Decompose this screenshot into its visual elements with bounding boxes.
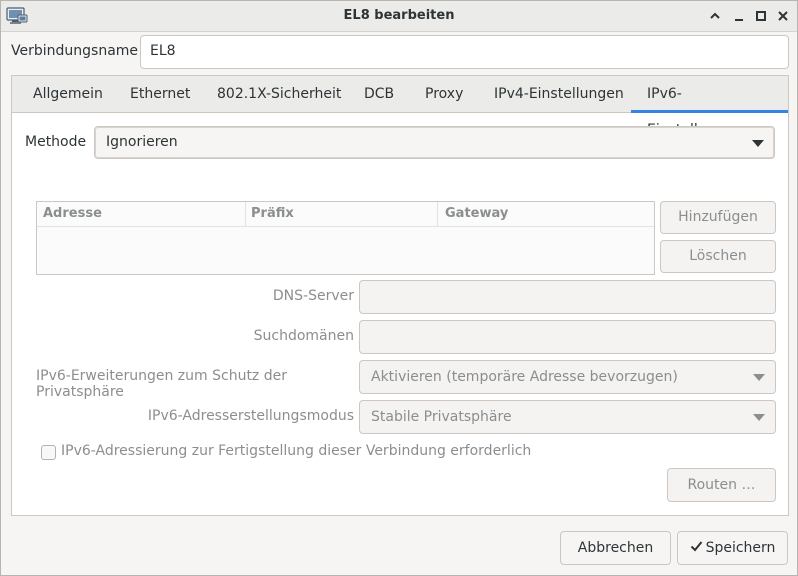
address-table-header: Adresse Präfix Gateway [37, 202, 654, 227]
tab-ethernet[interactable]: Ethernet [114, 76, 206, 113]
tab-proxy[interactable]: Proxy [409, 76, 479, 113]
method-select[interactable]: Ignorieren [94, 126, 775, 159]
save-button-label: Speichern [705, 540, 776, 556]
dropdown-arrow-icon [753, 374, 765, 381]
dns-server-input[interactable] [359, 280, 776, 314]
method-label: Methode [25, 134, 87, 150]
search-domains-input[interactable] [359, 320, 776, 354]
cancel-button[interactable]: Abbrechen [560, 531, 671, 565]
column-header-prefix: Präfix [251, 206, 294, 221]
address-generation-select[interactable]: Stabile Privatsphäre [359, 400, 776, 434]
dropdown-arrow-icon [752, 139, 764, 147]
address-generation-label: IPv6-Adresserstellungsmodus [147, 408, 354, 424]
dns-server-label: DNS-Server [272, 288, 354, 304]
window-title: EL8 bearbeiten [343, 8, 455, 23]
chevron-up-icon[interactable] [707, 8, 723, 24]
maximize-icon[interactable] [753, 8, 769, 24]
connection-name-input[interactable]: EL8 [140, 35, 789, 69]
column-header-gateway: Gateway [445, 206, 509, 221]
tab-bar: Allgemein Ethernet 802.1X-Sicherheit DCB… [12, 76, 788, 138]
close-icon[interactable] [775, 8, 791, 24]
tab-ipv4-settings[interactable]: IPv4-Einstellungen [478, 76, 640, 113]
delete-button[interactable]: Löschen [660, 240, 776, 273]
dialog-window: EL8 bearbeiten Verbindungsname EL8 Allge… [0, 0, 798, 576]
tab-allgemein[interactable]: Allgemein [17, 76, 119, 113]
ipv6-required-label: IPv6-Adressierung zur Fertigstellung die… [61, 443, 532, 459]
tab-dcb[interactable]: DCB [348, 76, 410, 113]
save-button[interactable]: Speichern [677, 531, 788, 565]
privacy-extensions-value: Aktivieren (temporäre Adresse bevorzugen… [371, 369, 678, 385]
checkmark-icon [690, 532, 703, 564]
settings-notebook: Allgemein Ethernet 802.1X-Sicherheit DCB… [11, 75, 789, 516]
column-divider [437, 202, 438, 227]
routes-button[interactable]: Routen … [667, 468, 776, 502]
method-value: Ignorieren [106, 134, 178, 150]
column-header-address: Adresse [43, 206, 102, 221]
tab-8021x-security[interactable]: 802.1X-Sicherheit [201, 76, 357, 113]
tab-ipv6-settings[interactable]: IPv6-Einstellungen [631, 76, 788, 138]
minimize-icon[interactable] [731, 8, 747, 24]
titlebar: EL8 bearbeiten [1, 1, 797, 32]
privacy-extensions-select[interactable]: Aktivieren (temporäre Adresse bevorzugen… [359, 360, 776, 394]
address-table: Adresse Präfix Gateway [36, 201, 655, 275]
search-domains-label: Suchdomänen [253, 328, 354, 344]
address-generation-value: Stabile Privatsphäre [371, 409, 512, 425]
privacy-extensions-label: IPv6-Erweiterungen zum Schutz der Privat… [36, 368, 287, 400]
connection-name-label: Verbindungsname [11, 43, 139, 59]
add-button[interactable]: Hinzufügen [660, 201, 776, 234]
dropdown-arrow-icon [753, 414, 765, 421]
ipv6-required-checkbox[interactable] [41, 445, 56, 460]
